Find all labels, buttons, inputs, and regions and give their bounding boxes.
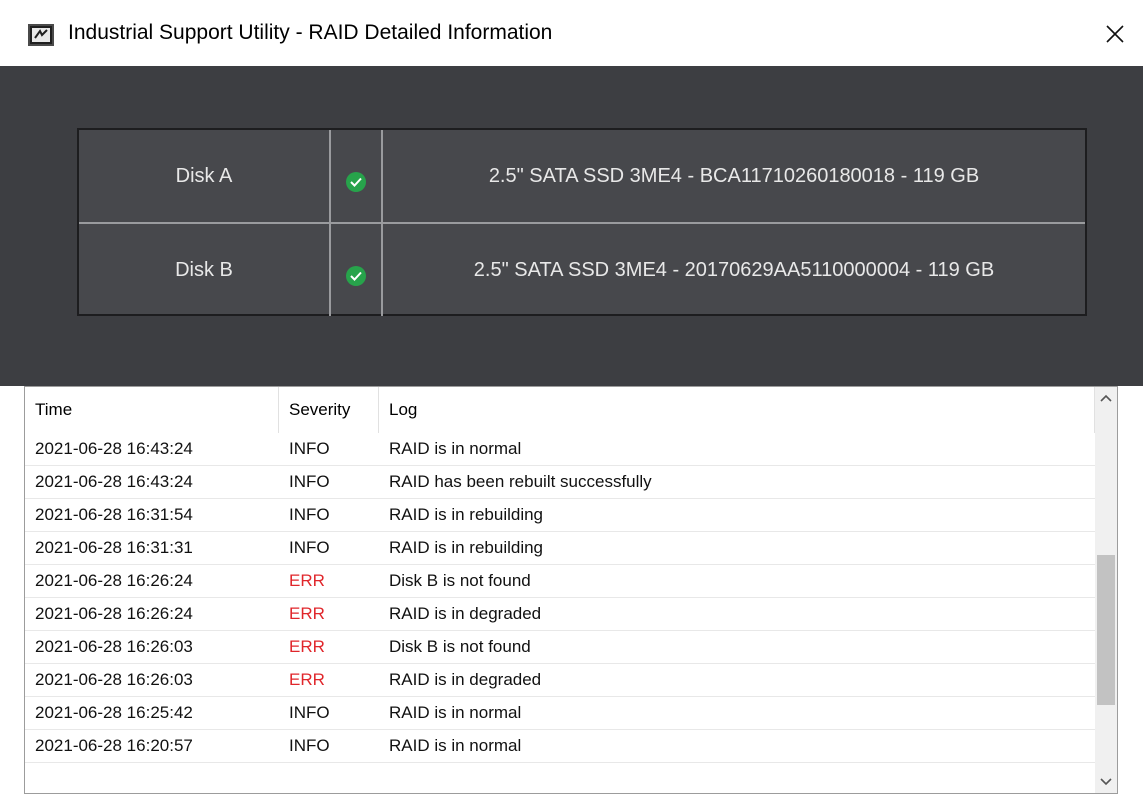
log-message: RAID is in rebuilding — [389, 505, 544, 524]
log-time: 2021-06-28 16:43:24 — [35, 472, 193, 491]
check-circle-icon — [346, 172, 366, 192]
log-message: RAID is in degraded — [389, 604, 542, 623]
log-row[interactable]: 2021-06-28 16:20:57 INFO RAID is in normal — [25, 730, 1095, 763]
log-message: RAID has been rebuilt successfully — [389, 472, 652, 491]
app-logo-icon — [28, 24, 54, 46]
log-row[interactable]: 2021-06-28 16:43:24 INFO RAID has been reb… — [25, 466, 1095, 499]
disk-name: Disk A — [175, 164, 233, 187]
log-row[interactable]: 2021-06-28 16:31:54 INFO RAID is in rebuil… — [25, 499, 1095, 532]
log-severity: INFO — [289, 736, 330, 755]
raid-status-panel: Disk A 2.5" SATA SSD 3ME4 - BCA117102601… — [0, 66, 1143, 386]
log-header: Time Severity Log — [25, 387, 1095, 433]
chevron-up-icon — [1100, 394, 1112, 402]
log-row[interactable]: 2021-06-28 16:26:03 ERR Disk B is not foun… — [25, 631, 1095, 664]
check-circle-icon — [346, 266, 366, 286]
log-row[interactable]: 2021-06-28 16:43:24 INFO RAID is in normal — [25, 433, 1095, 466]
chevron-down-icon — [1100, 778, 1112, 786]
log-time: 2021-06-28 16:26:03 — [35, 637, 193, 656]
log-time: 2021-06-28 16:26:24 — [35, 571, 193, 590]
log-message: RAID is in normal — [389, 439, 522, 458]
log-row[interactable]: 2021-06-28 16:31:31 INFO RAID is in rebuil… — [25, 532, 1095, 565]
log-severity: ERR — [289, 637, 325, 656]
log-message: RAID is in normal — [389, 736, 522, 755]
log-severity: INFO — [289, 703, 330, 722]
close-button[interactable] — [1095, 14, 1135, 54]
log-severity: INFO — [289, 472, 330, 491]
event-log-list[interactable]: Time Severity Log 2021-06-28 16:43:24 INF… — [24, 386, 1118, 794]
log-time: 2021-06-28 16:31:54 — [35, 505, 193, 524]
log-time: 2021-06-28 16:31:31 — [35, 538, 193, 557]
log-time: 2021-06-28 16:43:24 — [35, 439, 193, 458]
log-severity: ERR — [289, 670, 325, 689]
log-message: RAID is in rebuilding — [389, 538, 544, 557]
log-row[interactable]: 2021-06-28 16:26:03 ERR RAID is in degrade… — [25, 664, 1095, 697]
log-time: 2021-06-28 16:26:24 — [35, 604, 193, 623]
log-time: 2021-06-28 16:20:57 — [35, 736, 193, 755]
log-severity: INFO — [289, 538, 330, 557]
disk-status-cell — [329, 130, 383, 222]
log-severity: INFO — [289, 505, 330, 524]
vertical-scrollbar[interactable] — [1095, 387, 1117, 793]
scroll-up-button[interactable] — [1095, 387, 1117, 409]
column-header-log[interactable]: Log — [379, 387, 1095, 433]
disk-row-a: Disk A 2.5" SATA SSD 3ME4 - BCA117102601… — [79, 130, 1085, 222]
log-body: 2021-06-28 16:43:24 INFO RAID is in normal… — [25, 433, 1095, 763]
close-icon — [1106, 25, 1124, 43]
log-time: 2021-06-28 16:26:03 — [35, 670, 193, 689]
log-row[interactable]: 2021-06-28 16:26:24 ERR RAID is in degrade… — [25, 598, 1095, 631]
disk-info: 2.5" SATA SSD 3ME4 - 20170629AA511000000… — [473, 258, 995, 281]
log-severity: INFO — [289, 439, 330, 458]
log-message: RAID is in degraded — [389, 670, 542, 689]
scroll-down-button[interactable] — [1095, 771, 1117, 793]
log-time: 2021-06-28 16:25:42 — [35, 703, 193, 722]
column-header-severity[interactable]: Severity — [279, 387, 379, 433]
disk-status-cell — [329, 224, 383, 316]
log-message: RAID is in normal — [389, 703, 522, 722]
disk-row-b: Disk B 2.5" SATA SSD 3ME4 - 20170629AA51… — [79, 224, 1085, 316]
disk-name: Disk B — [175, 258, 233, 281]
log-message: Disk B is not found — [389, 637, 531, 656]
log-message: Disk B is not found — [389, 571, 531, 590]
window-title: Industrial Support Utility - RAID Detail… — [68, 21, 553, 44]
disk-info: 2.5" SATA SSD 3ME4 - BCA11710260180018 -… — [488, 164, 980, 187]
log-severity: ERR — [289, 604, 325, 623]
log-row[interactable]: 2021-06-28 16:25:42 INFO RAID is in normal — [25, 697, 1095, 730]
column-header-time[interactable]: Time — [25, 387, 279, 433]
disk-table: Disk A 2.5" SATA SSD 3ME4 - BCA117102601… — [77, 128, 1087, 316]
log-severity: ERR — [289, 571, 325, 590]
scroll-thumb[interactable] — [1097, 555, 1115, 705]
title-bar: Industrial Support Utility - RAID Detail… — [0, 0, 1143, 66]
log-row[interactable]: 2021-06-28 16:26:24 ERR Disk B is not foun… — [25, 565, 1095, 598]
